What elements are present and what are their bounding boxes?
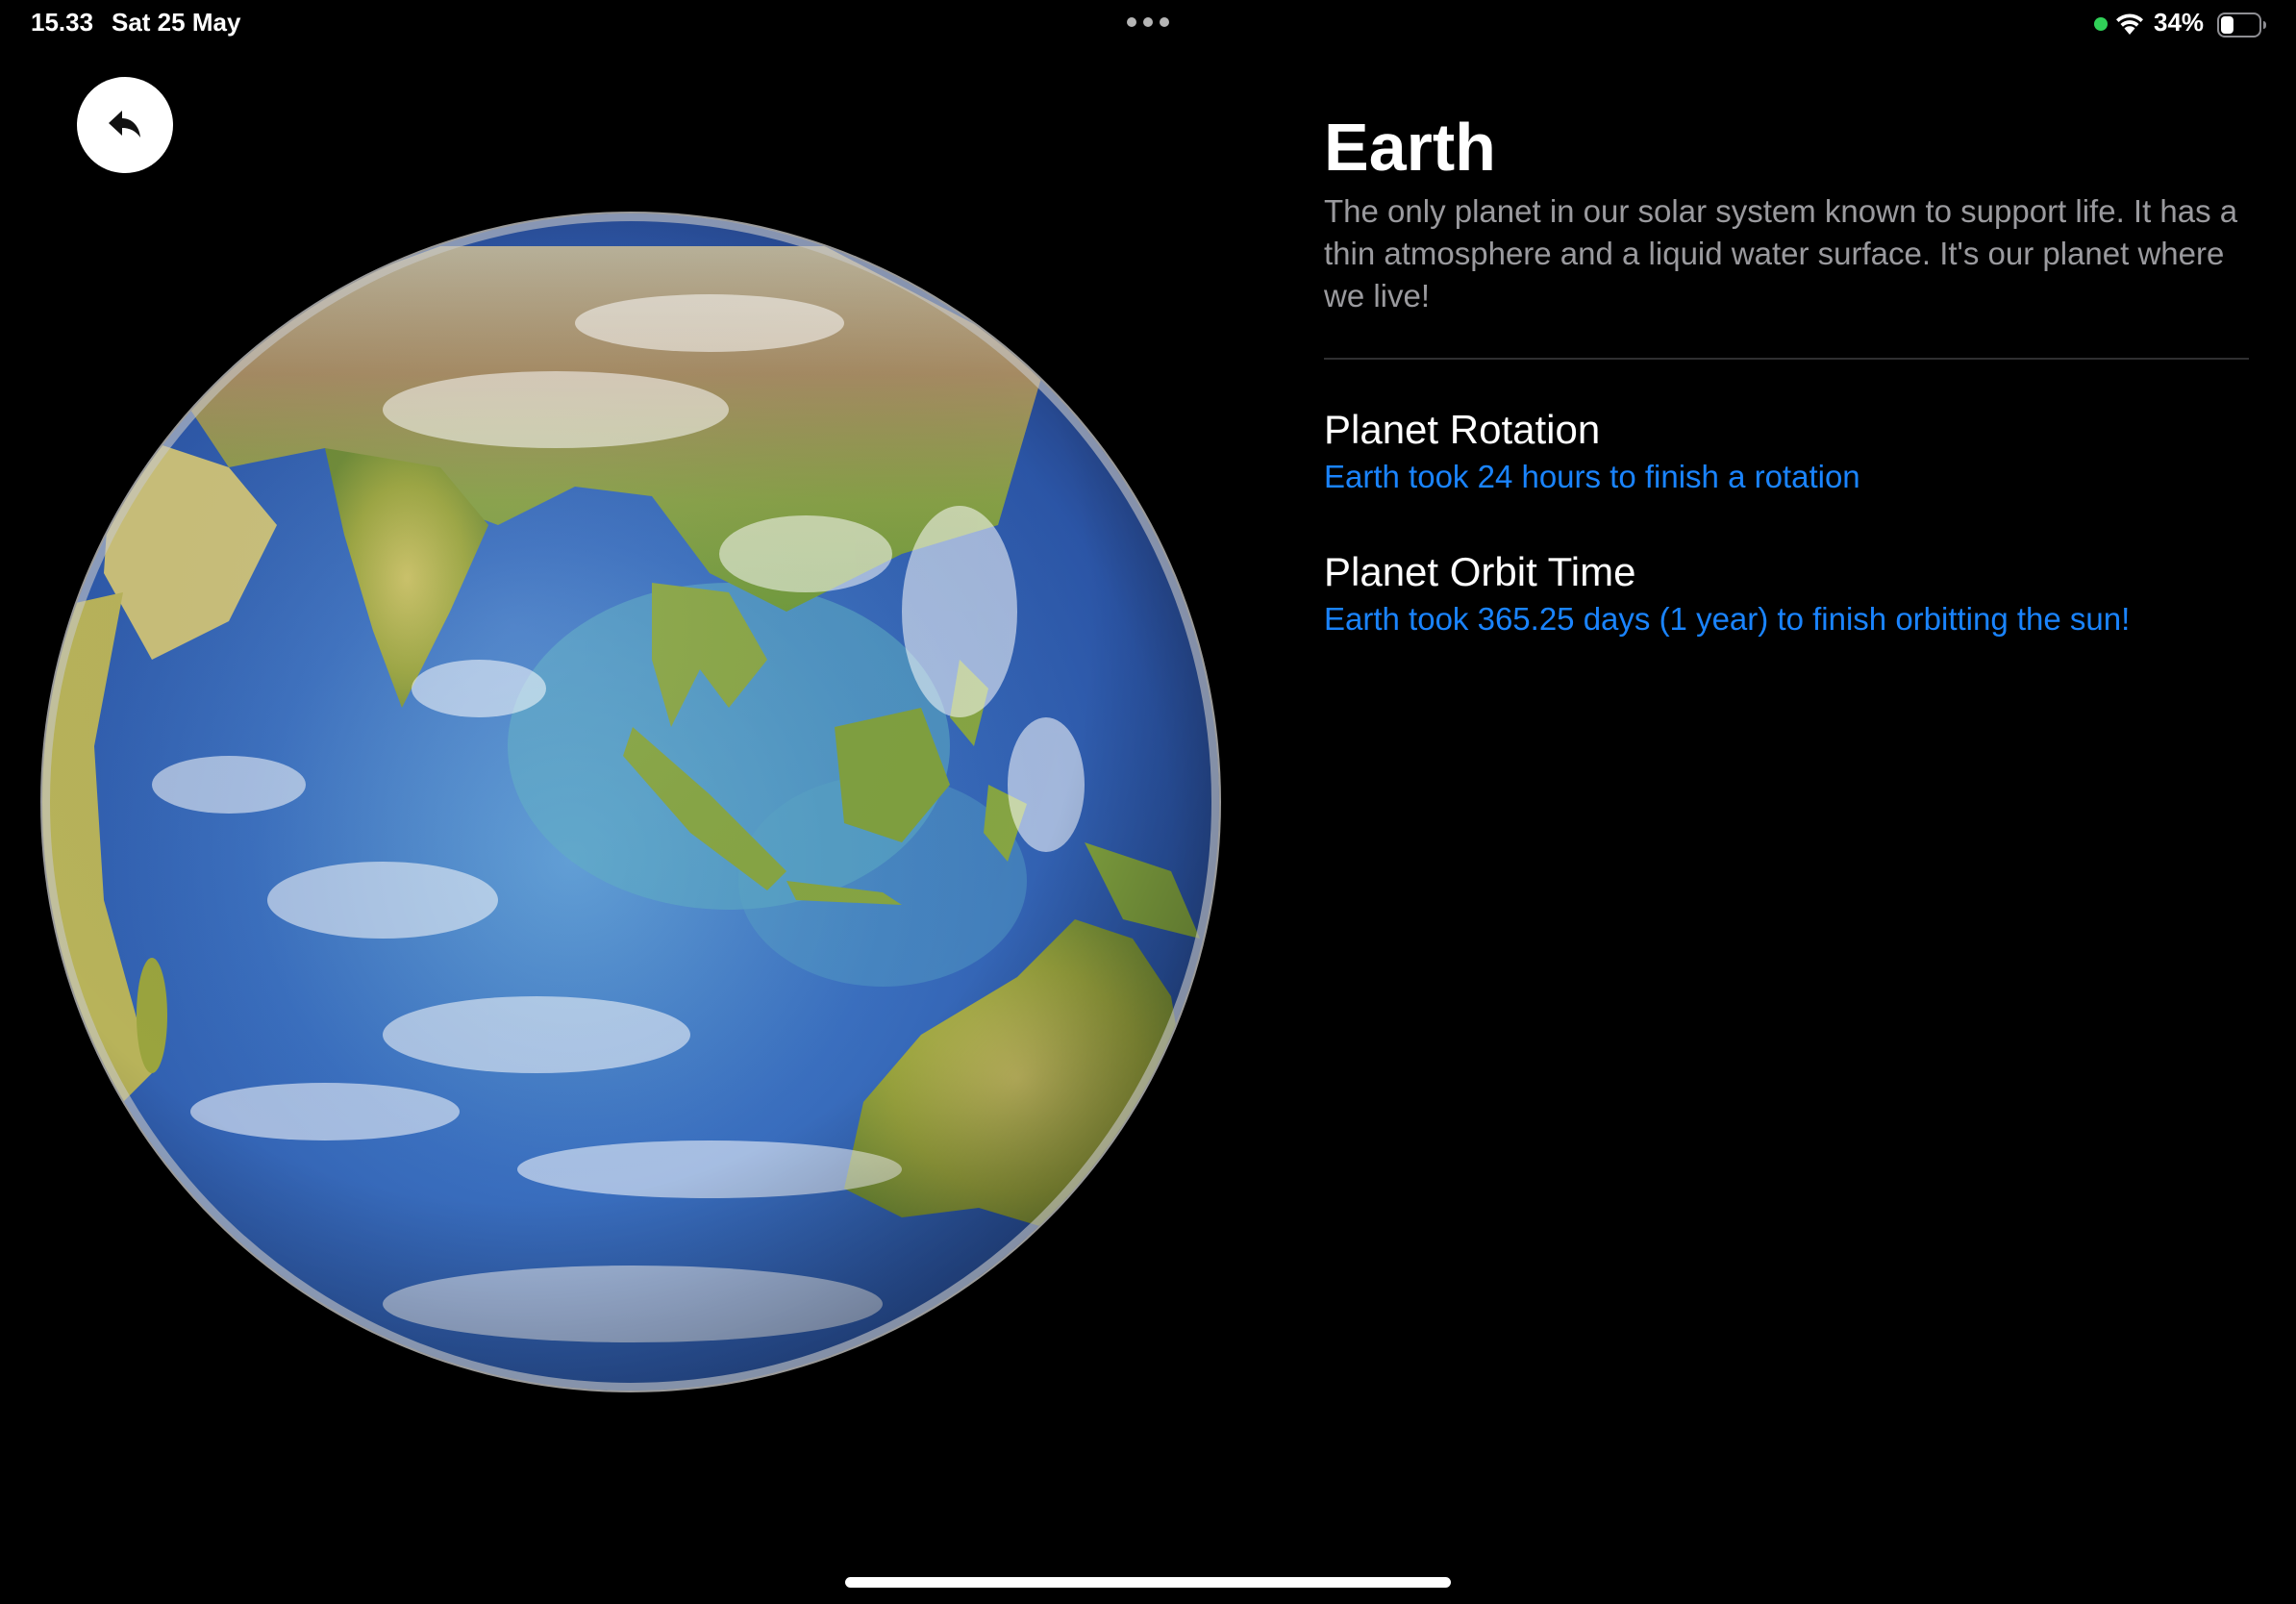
divider — [1324, 358, 2249, 360]
fact-value: Earth took 24 hours to finish a rotation — [1324, 459, 1860, 494]
fact-title: Planet Rotation — [1324, 407, 1601, 452]
back-arrow-icon — [109, 111, 140, 138]
status-time: 15.33 — [31, 8, 94, 37]
planet-description: The only planet in our solar system know… — [1324, 193, 2238, 313]
battery-percentage: 34% — [2154, 8, 2205, 37]
privacy-indicator-dot — [2094, 17, 2108, 31]
fact-value: Earth took 365.25 days (1 year) to finis… — [1324, 601, 2131, 637]
status-indicators: 34% — [2094, 8, 2267, 40]
planet-info-panel: Earth The only planet in our solar syste… — [1324, 108, 2249, 640]
fact-rotation: Planet Rotation Earth took 24 hours to f… — [1324, 406, 2249, 498]
multitask-dots-icon[interactable] — [1127, 17, 1169, 27]
status-date: Sat 25 May — [112, 8, 241, 37]
wifi-icon — [2116, 13, 2143, 35]
earth-globe[interactable] — [37, 208, 1225, 1396]
home-indicator[interactable] — [845, 1577, 1451, 1588]
battery-icon — [2217, 13, 2266, 38]
status-bar: 15.33 Sat 25 May 34% — [0, 0, 2296, 46]
fact-orbit: Planet Orbit Time Earth took 365.25 days… — [1324, 548, 2249, 640]
app-screen: 15.33 Sat 25 May 34% Earth The only plan… — [0, 0, 2296, 1604]
planet-title: Earth — [1324, 110, 1496, 185]
fact-title: Planet Orbit Time — [1324, 549, 1636, 594]
back-button[interactable] — [77, 77, 173, 173]
